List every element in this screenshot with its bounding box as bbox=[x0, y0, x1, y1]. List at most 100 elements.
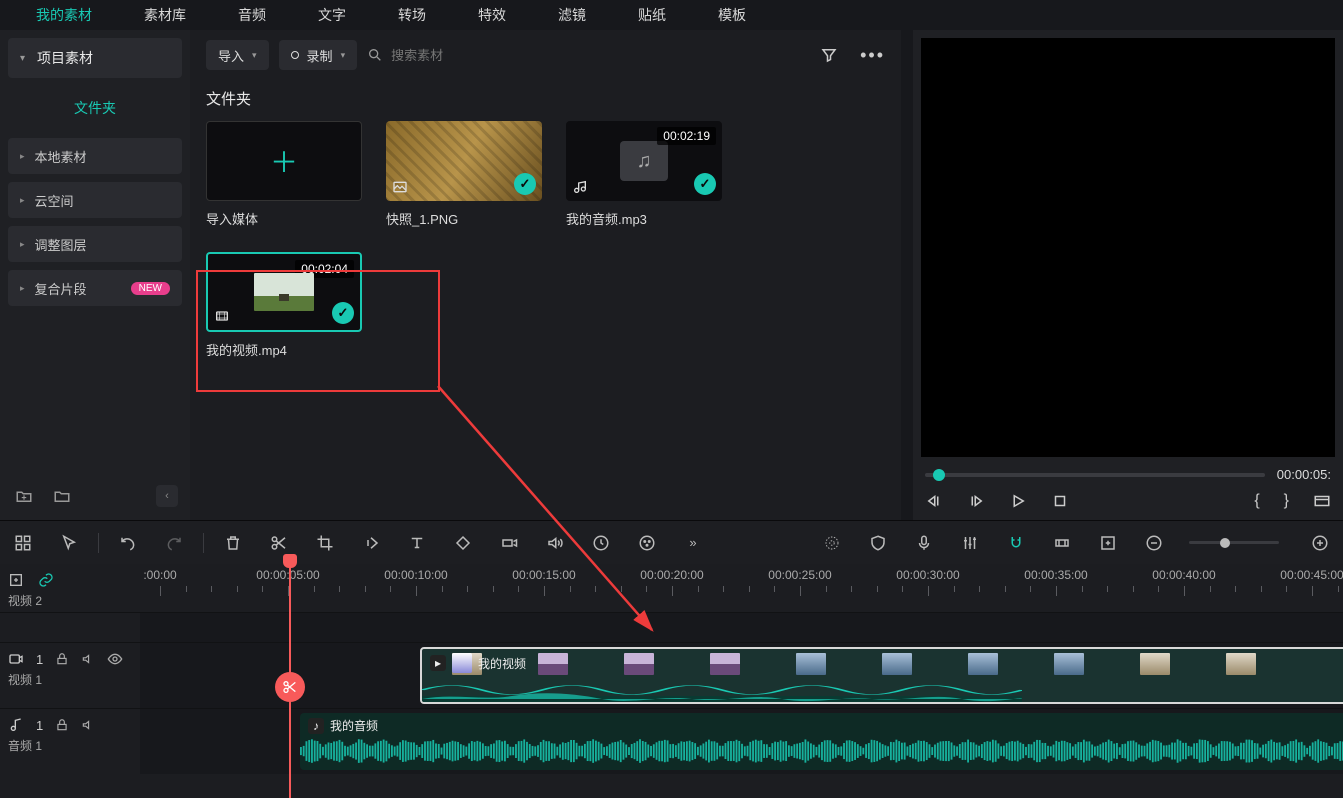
keyframe-icon[interactable] bbox=[452, 532, 474, 554]
card-image[interactable]: ✓ 快照_1.PNG bbox=[386, 121, 542, 228]
audio-track-icon bbox=[8, 717, 24, 733]
sidebar-item-compound[interactable]: ▸复合片段NEW bbox=[8, 270, 182, 306]
tab-audio[interactable]: 音频 bbox=[212, 0, 292, 30]
link-icon[interactable] bbox=[38, 572, 54, 588]
record-label: 录制 bbox=[307, 46, 333, 65]
sidebar-item-label: 复合片段 bbox=[35, 279, 87, 298]
next-frame-button[interactable] bbox=[967, 492, 985, 510]
delete-icon[interactable] bbox=[222, 532, 244, 554]
play-small-icon: ▸ bbox=[430, 655, 446, 671]
more-icon[interactable]: ••• bbox=[860, 45, 885, 66]
search-input[interactable] bbox=[391, 48, 511, 63]
card-label: 快照_1.PNG bbox=[386, 209, 542, 228]
mute-icon[interactable] bbox=[81, 652, 95, 666]
triangle-right-icon: ▸ bbox=[20, 151, 25, 162]
tab-stock[interactable]: 素材库 bbox=[118, 0, 212, 30]
time-ruler[interactable]: :00:00 00:00:05:00 00:00:10:00 00:00:15:… bbox=[140, 564, 1343, 612]
prev-frame-button[interactable] bbox=[925, 492, 943, 510]
track-label: 视频 1 bbox=[8, 671, 132, 688]
audio-clip[interactable]: ♪我的音频 bbox=[300, 713, 1343, 770]
timeline-toolbar: » bbox=[0, 520, 1343, 564]
mark-in-icon[interactable]: { bbox=[1254, 492, 1259, 510]
tab-transition[interactable]: 转场 bbox=[372, 0, 452, 30]
duration: 00:02:19 bbox=[657, 127, 716, 145]
text-icon[interactable] bbox=[406, 532, 428, 554]
motion-icon[interactable] bbox=[498, 532, 520, 554]
mixer-icon[interactable] bbox=[959, 532, 981, 554]
search-icon bbox=[367, 47, 383, 63]
undo-icon[interactable] bbox=[117, 532, 139, 554]
media-panel: 导入▾ 录制▾ ••• 文件夹 ＋ 导入媒体 ✓ 快照_1. bbox=[190, 30, 901, 520]
filter-icon[interactable] bbox=[820, 46, 838, 64]
card-import[interactable]: ＋ 导入媒体 bbox=[206, 121, 362, 228]
chevron-down-icon: ▾ bbox=[341, 50, 346, 61]
pointer-icon[interactable] bbox=[58, 532, 80, 554]
folder-icon[interactable] bbox=[50, 484, 74, 508]
sidebar-header[interactable]: ▾ 项目素材 bbox=[8, 38, 182, 78]
zoom-slider[interactable] bbox=[1189, 541, 1279, 544]
zoom-out-icon[interactable] bbox=[1143, 532, 1165, 554]
preview-panel: 00:00:05: { } bbox=[913, 30, 1343, 520]
crop-icon[interactable] bbox=[314, 532, 336, 554]
card-label: 我的视频.mp4 bbox=[206, 340, 362, 359]
check-icon: ✓ bbox=[694, 173, 716, 195]
add-track-icon[interactable] bbox=[1097, 532, 1119, 554]
playhead[interactable] bbox=[289, 564, 291, 798]
clock-icon[interactable] bbox=[590, 532, 612, 554]
record-dot-icon bbox=[291, 51, 299, 59]
color-icon[interactable] bbox=[636, 532, 658, 554]
video-clip[interactable]: ▸我的视频 bbox=[420, 647, 1343, 704]
display-settings-icon[interactable] bbox=[1313, 492, 1331, 510]
eye-icon[interactable] bbox=[107, 651, 123, 667]
collapse-sidebar-icon[interactable]: ‹ bbox=[156, 485, 178, 507]
range-icon[interactable] bbox=[1051, 532, 1073, 554]
new-folder-icon[interactable] bbox=[12, 484, 36, 508]
split-icon[interactable] bbox=[275, 672, 305, 702]
scissors-icon[interactable] bbox=[268, 532, 290, 554]
sidebar-item-local[interactable]: ▸本地素材 bbox=[8, 138, 182, 174]
record-button[interactable]: 录制 ▾ bbox=[279, 40, 358, 70]
card-audio[interactable]: 00:02:19 ♫ ✓ 我的音频.mp3 bbox=[566, 121, 722, 228]
marker-icon[interactable] bbox=[821, 532, 843, 554]
card-video[interactable]: 00:02:04 ✓ 我的视频.mp4 bbox=[206, 252, 362, 359]
chevron-down-icon: ▾ bbox=[252, 50, 257, 61]
tab-sticker[interactable]: 贴纸 bbox=[612, 0, 692, 30]
speed-icon[interactable] bbox=[360, 532, 382, 554]
track-label: 音频 1 bbox=[8, 737, 132, 754]
tab-my-media[interactable]: 我的素材 bbox=[10, 0, 118, 30]
sidebar-header-label: 项目素材 bbox=[37, 48, 93, 68]
tab-filter[interactable]: 滤镜 bbox=[532, 0, 612, 30]
sidebar-item-cloud[interactable]: ▸云空间 bbox=[8, 182, 182, 218]
zoom-in-icon[interactable] bbox=[1309, 532, 1331, 554]
add-icon[interactable] bbox=[8, 572, 24, 588]
tab-effects[interactable]: 特效 bbox=[452, 0, 532, 30]
music-small-icon: ♪ bbox=[308, 718, 324, 734]
card-label: 导入媒体 bbox=[206, 209, 362, 228]
redo-icon[interactable] bbox=[163, 532, 185, 554]
tab-template[interactable]: 模板 bbox=[692, 0, 772, 30]
play-button[interactable] bbox=[1009, 492, 1027, 510]
preview-slider[interactable]: 00:00:05: bbox=[925, 467, 1331, 482]
more-tools-icon[interactable]: » bbox=[682, 532, 704, 554]
mic-icon[interactable] bbox=[913, 532, 935, 554]
section-title: 文件夹 bbox=[190, 80, 901, 121]
import-button[interactable]: 导入 ▾ bbox=[206, 40, 269, 70]
track-video2 bbox=[0, 612, 1343, 642]
preview-viewport[interactable] bbox=[921, 38, 1335, 457]
track-audio1: 1 音频 1 ♪我的音频 bbox=[0, 708, 1343, 774]
magnet-icon[interactable] bbox=[1005, 532, 1027, 554]
tab-text[interactable]: 文字 bbox=[292, 0, 372, 30]
lock-icon[interactable] bbox=[55, 652, 69, 666]
sidebar-folder[interactable]: 文件夹 bbox=[8, 86, 182, 130]
import-label: 导入 bbox=[218, 46, 244, 65]
stop-button[interactable] bbox=[1051, 492, 1069, 510]
audio-icon[interactable] bbox=[544, 532, 566, 554]
mute-icon[interactable] bbox=[81, 718, 95, 732]
mark-out-icon[interactable]: } bbox=[1284, 492, 1289, 510]
shield-icon[interactable] bbox=[867, 532, 889, 554]
lock-icon[interactable] bbox=[55, 718, 69, 732]
sidebar-item-adjust[interactable]: ▸调整图层 bbox=[8, 226, 182, 262]
preview-time: 00:00:05: bbox=[1277, 467, 1331, 482]
layout-icon[interactable] bbox=[12, 532, 34, 554]
sidebar-item-label: 调整图层 bbox=[35, 235, 87, 254]
